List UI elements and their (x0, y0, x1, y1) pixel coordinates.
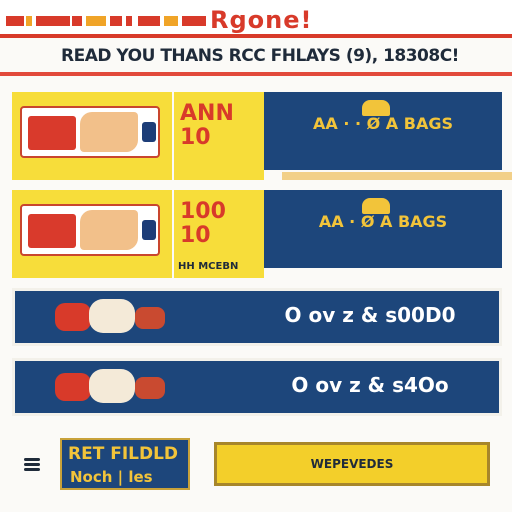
brand-name[interactable]: Rgone! (210, 6, 312, 34)
listing-label-panel: 100 10 HH MCEBN (174, 190, 264, 278)
page-subtitle: READ YOU THANS RCC FHLAYS (9), 18308C! (61, 46, 459, 66)
listing-thumbnail[interactable] (12, 92, 172, 180)
promo-banner-text: O ov z & s00D0 (284, 303, 456, 327)
promo-badge-subtitle: Noch | les (70, 468, 153, 486)
app-root: Rgone! READ YOU THANS RCC FHLAYS (9), 18… (0, 0, 512, 512)
product-image (20, 204, 160, 256)
listing-label-panel: ANN 10 (174, 92, 264, 180)
listing-small-label: HH MCEBN (178, 261, 239, 272)
brand-mark (6, 16, 206, 28)
listing-divider (282, 172, 512, 180)
primary-action-button[interactable]: WEPEVEDES (214, 442, 490, 486)
menu-icon[interactable] (24, 458, 40, 472)
listing-row[interactable]: 100 10 HH MCEBN AA · Ø A BAGS (12, 190, 502, 278)
promo-banner-panel[interactable]: O ov z & s4Oo (12, 358, 502, 416)
listing-big-label: 100 10 (180, 199, 226, 248)
listing-info-text: AA · · Ø A BAGS (313, 114, 453, 133)
top-bar: Rgone! (0, 0, 512, 38)
listing-info-panel[interactable]: AA · Ø A BAGS (264, 190, 502, 268)
promo-badge[interactable]: RET FILDLD Noch | les (60, 438, 190, 490)
promo-banner-panel[interactable]: O ov z & s00D0 (12, 288, 502, 346)
listing-row[interactable]: ANN 10 AA · · Ø A BAGS (12, 92, 512, 180)
food-image (55, 299, 175, 339)
promo-banner-text: O ov z & s4Oo (291, 373, 449, 397)
product-image (20, 106, 160, 158)
listing-info-text: AA · Ø A BAGS (318, 212, 448, 231)
promo-banner[interactable]: O ov z & s00D0 (12, 288, 502, 346)
listing-big-label: ANN 10 (180, 101, 234, 150)
listing-info-panel[interactable]: AA · · Ø A BAGS (264, 92, 502, 170)
promo-banner[interactable]: O ov z & s4Oo (12, 358, 502, 416)
promo-badge-title: RET FILDLD (68, 444, 179, 464)
food-image (55, 369, 175, 409)
listing-thumbnail[interactable] (12, 190, 172, 278)
